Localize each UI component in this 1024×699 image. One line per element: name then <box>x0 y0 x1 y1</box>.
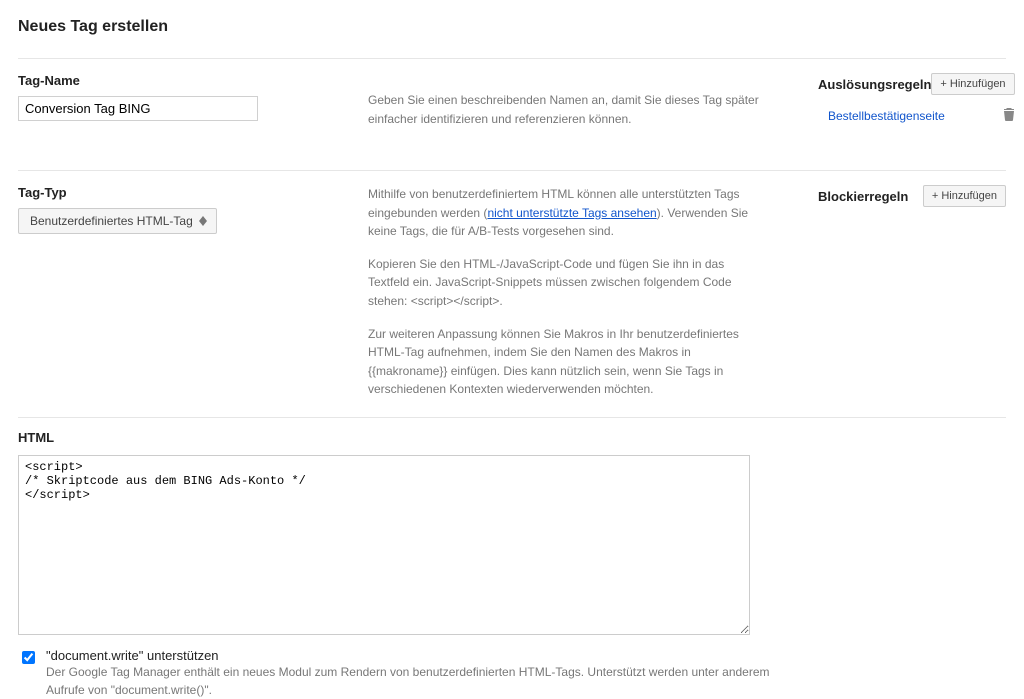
add-blocking-rule-button[interactable]: + Hinzufügen <box>923 185 1006 207</box>
trash-icon[interactable] <box>1003 107 1015 124</box>
unsupported-tags-link[interactable]: nicht unterstützte Tags ansehen <box>487 206 656 220</box>
tag-type-selected: Benutzerdefiniertes HTML-Tag <box>30 214 193 228</box>
chevron-updown-icon <box>199 216 207 226</box>
docwrite-label: "document.write" unterstützen <box>46 648 778 663</box>
tag-type-label: Tag-Typ <box>18 185 368 200</box>
firing-rules-title: Auslösungsregeln <box>818 77 931 92</box>
tag-name-help: Geben Sie einen beschreibenden Namen an,… <box>368 73 768 128</box>
html-code-textarea[interactable] <box>18 455 750 635</box>
tag-type-select[interactable]: Benutzerdefiniertes HTML-Tag <box>18 208 217 234</box>
tag-type-help-1: Mithilfe von benutzerdefiniertem HTML kö… <box>368 185 768 241</box>
blocking-rules-title: Blockierregeln <box>818 189 908 204</box>
firing-rule-item: Bestellbestätigenseite <box>818 105 1015 126</box>
docwrite-checkbox[interactable] <box>22 651 35 664</box>
tag-type-help-2: Kopieren Sie den HTML-/JavaScript-Code u… <box>368 255 768 311</box>
add-firing-rule-button[interactable]: + Hinzufügen <box>931 73 1014 95</box>
tag-name-input[interactable] <box>18 96 258 121</box>
page-title: Neues Tag erstellen <box>18 18 1006 36</box>
tag-name-label: Tag-Name <box>18 73 368 88</box>
firing-rule-link[interactable]: Bestellbestätigenseite <box>818 109 945 123</box>
docwrite-help: Der Google Tag Manager enthält ein neues… <box>46 663 778 699</box>
tag-type-help-3: Zur weiteren Anpassung können Sie Makros… <box>368 325 768 399</box>
html-label: HTML <box>18 430 1006 445</box>
